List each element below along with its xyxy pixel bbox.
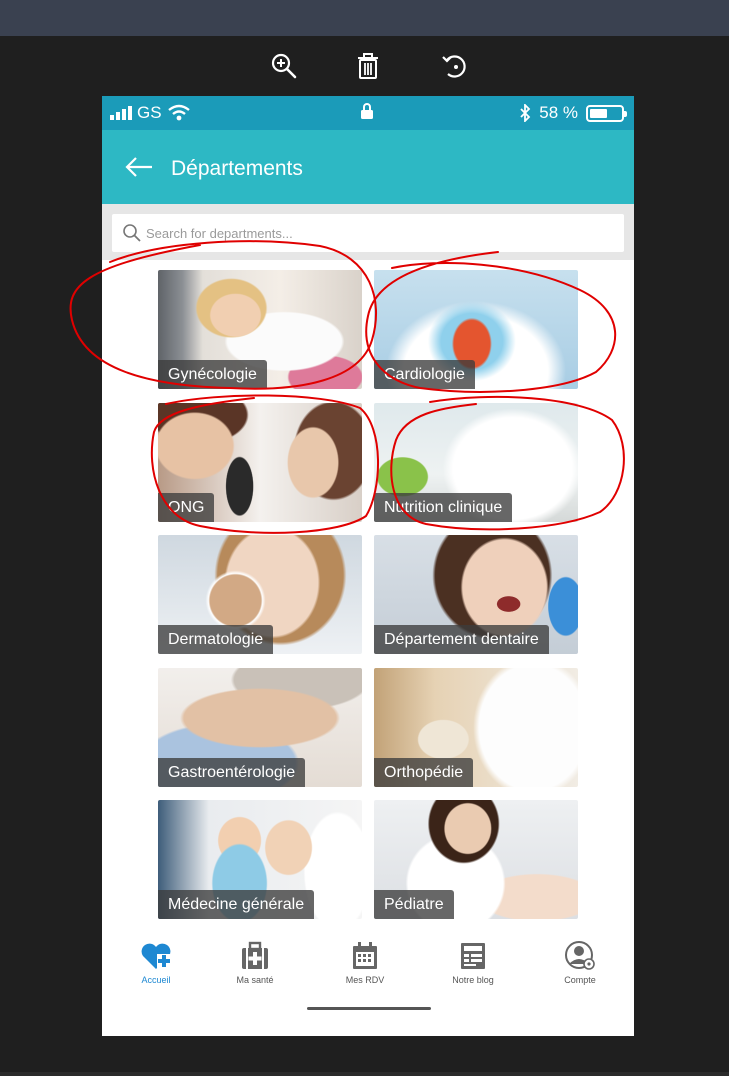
- department-label: Gastroentérologie: [158, 758, 306, 787]
- tab-label: Notre blog: [452, 975, 494, 985]
- tab-label: Ma santé: [236, 975, 274, 985]
- search-bar: [102, 204, 634, 260]
- tab-label: Accueil: [141, 975, 171, 985]
- department-label: Pédiatre: [374, 890, 454, 919]
- arrow-left-icon: [125, 157, 152, 177]
- department-label: Médecine générale: [158, 890, 315, 919]
- search-box: [112, 214, 624, 252]
- blog-icon: [461, 943, 485, 969]
- battery-icon: [586, 104, 627, 122]
- back-button[interactable]: [122, 152, 156, 182]
- tab-accueil[interactable]: Accueil: [116, 940, 196, 990]
- department-label: Cardiologie: [374, 360, 475, 389]
- lock-icon: [361, 103, 373, 119]
- trash-icon: [358, 53, 378, 79]
- status-bar: GS 58 %: [102, 96, 634, 130]
- viewer-top-bar: [0, 0, 729, 36]
- department-label: Nutrition clinique: [374, 493, 513, 522]
- department-card-pediatre[interactable]: Pédiatre: [374, 800, 578, 919]
- battery-percent: 58 %: [539, 103, 578, 122]
- tab-mes-rdv[interactable]: Mes RDV: [325, 940, 405, 990]
- signal-icon: [110, 106, 132, 120]
- department-label: Orthopédie: [374, 758, 474, 787]
- bottom-tab-bar: Accueil Ma santé Mes RDV Notre blog Comp…: [102, 930, 634, 990]
- department-card-gastroenterologie[interactable]: Gastroentérologie: [158, 668, 362, 787]
- delete-button[interactable]: [350, 48, 386, 84]
- wifi-icon: [167, 104, 190, 121]
- tab-label: Compte: [564, 975, 596, 985]
- rotate-button[interactable]: [436, 48, 472, 84]
- zoom-in-icon: [271, 53, 297, 79]
- viewer-toolbar: [0, 48, 729, 88]
- zoom-in-button[interactable]: [266, 48, 302, 84]
- department-card-dermatologie[interactable]: Dermatologie: [158, 535, 362, 654]
- department-card-dentaire[interactable]: Département dentaire: [374, 535, 578, 654]
- department-card-cardiologie[interactable]: Cardiologie: [374, 270, 578, 389]
- rotate-icon: [442, 55, 466, 78]
- tab-label: Mes RDV: [345, 975, 385, 985]
- tab-ma-sante[interactable]: Ma santé: [215, 940, 295, 990]
- department-label: Dermatologie: [158, 625, 274, 654]
- account-icon: [565, 941, 595, 970]
- department-card-gynecologie[interactable]: Gynécologie: [158, 270, 362, 389]
- department-card-ong[interactable]: ONG: [158, 403, 362, 522]
- medical-kit-icon: [242, 941, 268, 969]
- calendar-icon: [353, 942, 377, 969]
- department-card-medecine-generale[interactable]: Médecine générale: [158, 800, 362, 919]
- viewer-bottom-bar: [0, 1072, 729, 1076]
- tab-compte[interactable]: Compte: [540, 940, 620, 990]
- tab-notre-blog[interactable]: Notre blog: [433, 940, 513, 990]
- search-input[interactable]: [146, 220, 606, 246]
- search-icon: [123, 224, 141, 242]
- page-title: Départements: [171, 157, 303, 180]
- home-indicator: [307, 1007, 431, 1010]
- department-label: ONG: [158, 493, 215, 522]
- department-card-orthopedie[interactable]: Orthopédie: [374, 668, 578, 787]
- carrier-label: GS: [137, 103, 162, 122]
- department-card-nutrition-clinique[interactable]: Nutrition clinique: [374, 403, 578, 522]
- department-label: Département dentaire: [374, 625, 549, 654]
- bluetooth-icon: [520, 104, 531, 122]
- app-bar: Départements: [102, 130, 634, 204]
- heart-plus-icon: [141, 943, 171, 969]
- phone-screen: GS 58 % Départements Gynécologie: [102, 96, 634, 1036]
- department-label: Gynécologie: [158, 360, 267, 389]
